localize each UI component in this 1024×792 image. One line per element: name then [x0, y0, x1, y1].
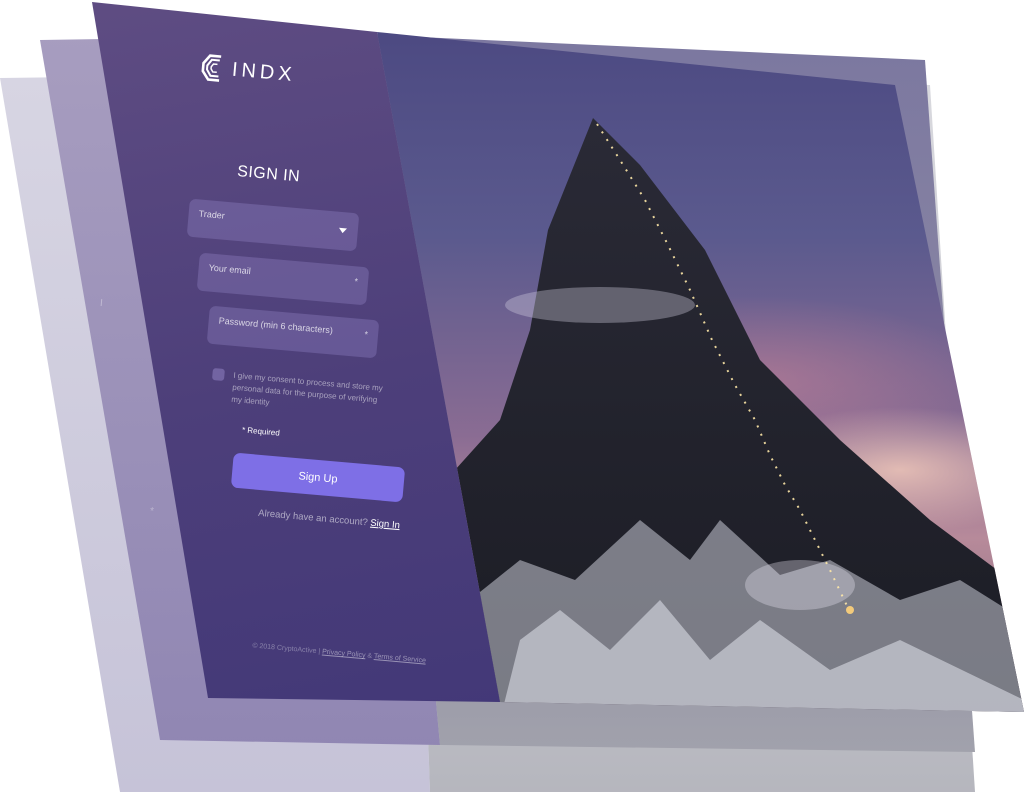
cindx-logo-icon: [201, 54, 222, 82]
email-required-mark: *: [354, 276, 359, 287]
ghost-required-text: *: [149, 505, 155, 518]
password-placeholder: Password (min 6 characters): [218, 315, 334, 336]
password-required-mark: *: [364, 329, 369, 340]
chevron-down-icon: [338, 227, 347, 234]
footer-separator: &: [367, 652, 373, 660]
role-select-value: Trader: [198, 208, 226, 221]
logo-text: INDX: [231, 58, 297, 86]
email-placeholder: Your email: [208, 262, 252, 277]
hero-mockup: I * INDX SIGN IN Trader Your email * Pas…: [0, 0, 1024, 792]
consent-checkbox[interactable]: [211, 368, 225, 382]
